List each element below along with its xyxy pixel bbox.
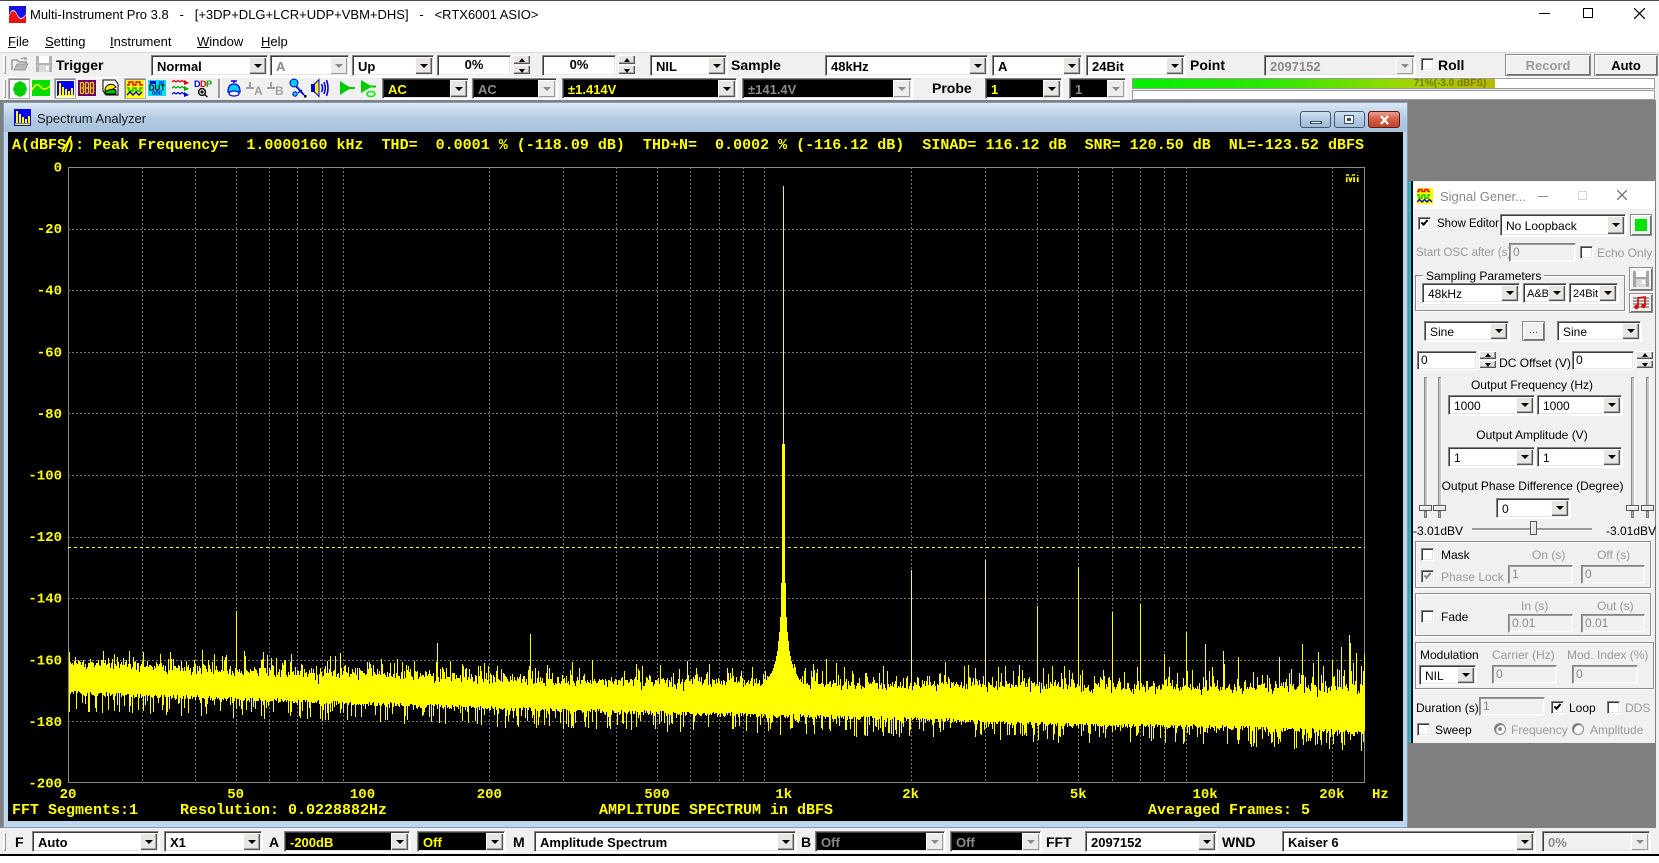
svg-text:0: 0 <box>54 161 62 177</box>
svg-text:-160: -160 <box>28 653 62 669</box>
svg-text:100: 100 <box>350 787 375 803</box>
svg-text:-180: -180 <box>28 715 62 731</box>
svg-text:AMPLITUDE SPECTRUM in dBFS: AMPLITUDE SPECTRUM in dBFS <box>599 802 833 819</box>
svg-text:P: P <box>206 79 212 89</box>
svg-text:200: 200 <box>477 787 502 803</box>
svg-text:B: B <box>275 84 284 98</box>
svg-text:-140: -140 <box>28 592 62 608</box>
svg-text:1k: 1k <box>775 787 792 803</box>
svg-text:-200: -200 <box>28 777 62 793</box>
svg-text:FFT Segments:1: FFT Segments:1 <box>12 802 138 819</box>
svg-text:Hz: Hz <box>1372 787 1389 803</box>
svg-text:-20: -20 <box>37 222 62 238</box>
svg-text:Mi: Mi <box>1345 170 1359 185</box>
svg-text:500: 500 <box>644 787 669 803</box>
svg-text:-120: -120 <box>28 530 62 546</box>
svg-text:-80: -80 <box>37 407 62 423</box>
svg-text:10k: 10k <box>1192 787 1217 803</box>
svg-text:20: 20 <box>60 787 77 803</box>
svg-text:A: A <box>254 84 263 98</box>
svg-text:-100: -100 <box>28 469 62 485</box>
svg-text:Resolution: 0.0228882Hz: Resolution: 0.0228882Hz <box>180 802 387 819</box>
svg-text:2k: 2k <box>902 787 919 803</box>
svg-text:-40: -40 <box>37 284 62 300</box>
svg-text:A(dBFS): Peak Frequency= 1.00: A(dBFS): Peak Frequency= 1.0000160 kHz T… <box>12 137 1364 154</box>
svg-text:50: 50 <box>227 787 244 803</box>
svg-text:-60: -60 <box>37 345 62 361</box>
svg-text:000: 000 <box>152 91 163 97</box>
svg-text:20k: 20k <box>1319 787 1344 803</box>
svg-text:5k: 5k <box>1070 787 1087 803</box>
svg-text:Averaged Frames: 5: Averaged Frames: 5 <box>1148 802 1310 819</box>
